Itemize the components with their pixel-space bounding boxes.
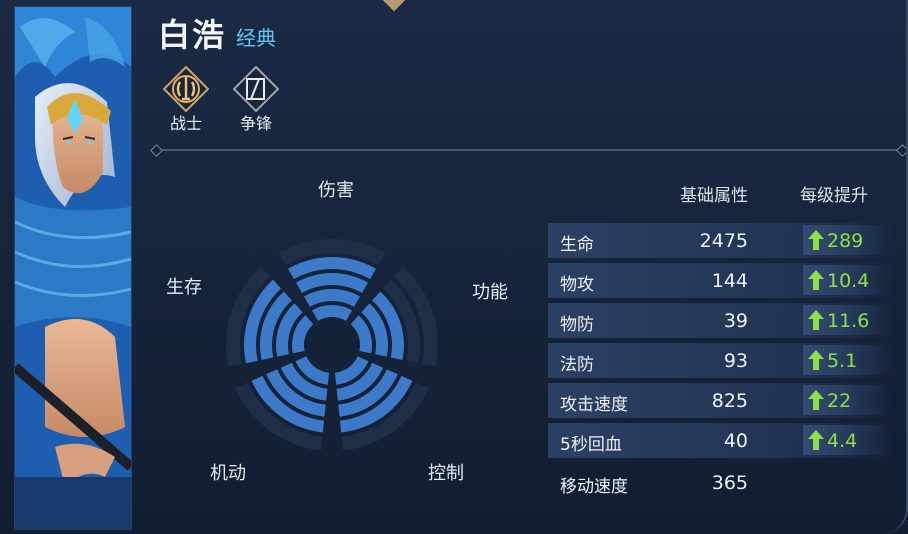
stat-growth: 22 — [803, 385, 893, 415]
stat-value: 39 — [723, 310, 748, 332]
radar-label-survival: 生存 — [166, 277, 202, 298]
role-warrior[interactable]: 战士 — [156, 64, 216, 134]
arrow-up-icon — [808, 430, 824, 450]
growth-value: 11.6 — [827, 310, 870, 332]
stat-row-hp-regen: 5秒回血 40 4.4 — [548, 423, 894, 458]
stat-growth: 11.6 — [803, 305, 893, 335]
base-stats-header: 基础属性 — [680, 186, 748, 206]
hero-portrait-art — [15, 7, 131, 529]
stat-row-phys-defense: 物防 39 11.6 — [548, 303, 894, 338]
growth-value: 289 — [827, 230, 864, 252]
hero-skin-name[interactable]: 经典 — [236, 22, 276, 51]
radar-label-mobility: 机动 — [210, 463, 246, 484]
stat-name: 法防 — [560, 355, 594, 375]
stat-growth: 10.4 — [803, 265, 893, 295]
stat-name: 5秒回血 — [560, 435, 622, 455]
role-lane[interactable]: 争锋 — [226, 64, 286, 134]
stat-value: 93 — [723, 350, 748, 372]
arrow-up-icon — [808, 390, 824, 410]
radar-label-control: 控制 — [428, 463, 464, 484]
stat-growth: 4.4 — [803, 425, 893, 455]
arrow-up-icon — [808, 270, 824, 290]
stat-value: 2475 — [699, 230, 748, 252]
lane-emblem-icon — [233, 66, 279, 112]
stat-row-move-speed: 移动速度 365 — [548, 465, 894, 500]
growth-value: 10.4 — [827, 270, 870, 292]
ability-radar-chart — [226, 239, 438, 451]
role-label: 争锋 — [239, 114, 272, 133]
growth-value: 4.4 — [827, 430, 858, 452]
radar-label-utility: 功能 — [472, 282, 508, 303]
section-divider — [155, 149, 905, 151]
stat-value: 825 — [711, 390, 748, 412]
radar-label-damage: 伤害 — [318, 180, 354, 201]
stat-name: 物攻 — [560, 275, 594, 295]
stat-row-phys-attack: 物攻 144 10.4 — [548, 263, 894, 298]
role-label: 战士 — [169, 114, 202, 133]
stat-name: 移动速度 — [560, 477, 628, 497]
arrow-up-icon — [808, 310, 824, 330]
stat-name: 攻击速度 — [560, 395, 628, 415]
stat-row-attack-speed: 攻击速度 825 22 — [548, 383, 894, 418]
stat-name: 物防 — [560, 315, 594, 335]
hero-name: 白浩 — [158, 16, 227, 54]
radar-segment-survival-1 — [292, 315, 314, 354]
stat-value: 365 — [711, 472, 748, 494]
growth-header: 每级提升 — [800, 186, 868, 206]
arrow-up-icon — [808, 350, 824, 370]
stat-row-hp: 生命 2475 289 — [548, 223, 894, 258]
hero-portrait — [14, 6, 132, 530]
stat-value: 144 — [711, 270, 748, 292]
stat-row-magic-defense: 法防 93 5.1 — [548, 343, 894, 378]
growth-value: 22 — [827, 390, 852, 412]
stat-growth: 289 — [803, 225, 893, 255]
radar-segment-damage-2 — [304, 289, 360, 307]
warrior-emblem-icon — [163, 66, 209, 112]
stat-name: 生命 — [560, 235, 594, 255]
radar-segment-damage-1 — [312, 305, 352, 321]
stat-value: 40 — [723, 430, 748, 452]
stat-growth: 5.1 — [803, 345, 893, 375]
growth-value: 5.1 — [827, 350, 858, 372]
arrow-up-icon — [808, 230, 824, 250]
radar-segment-utility-1 — [350, 315, 372, 354]
